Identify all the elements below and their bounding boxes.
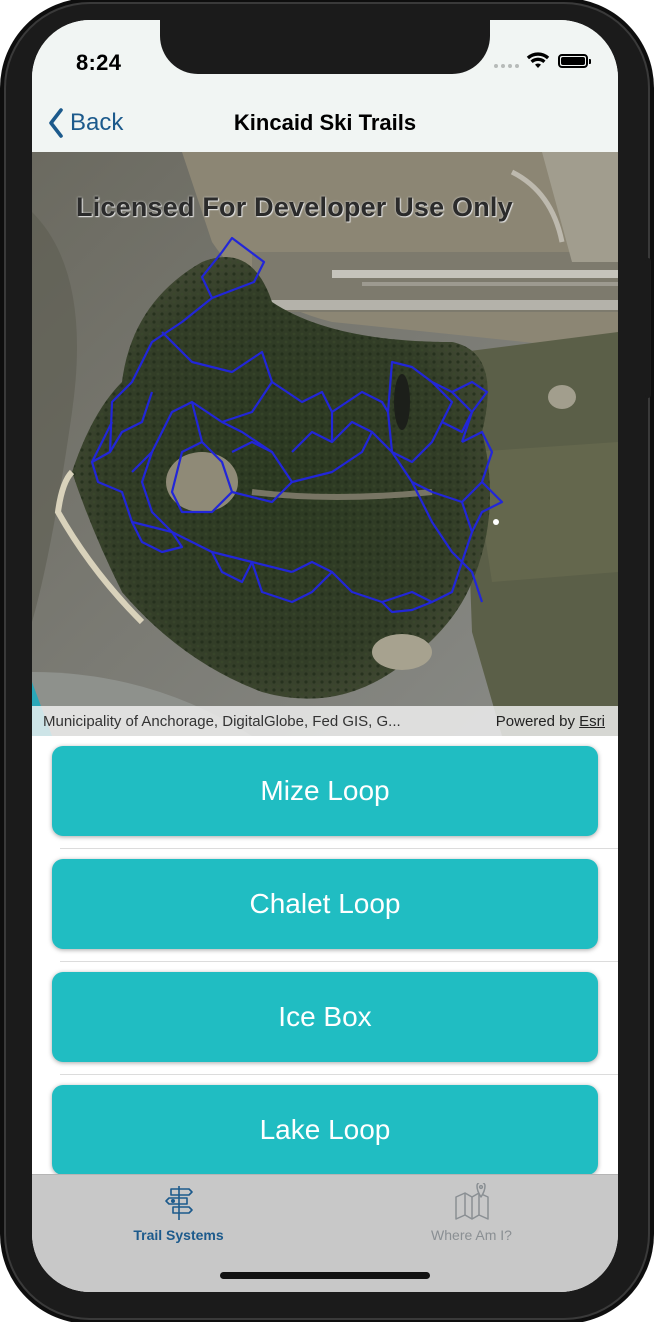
tab-where-am-i[interactable]: Where Am I? (325, 1175, 618, 1245)
list-item: Lake Loop (32, 1075, 618, 1188)
satellite-imagery (32, 152, 618, 736)
side-button (645, 258, 651, 398)
trail-list[interactable]: Mize Loop Chalet Loop Ice Box Lake Loop (32, 736, 618, 1192)
list-item: Mize Loop (32, 736, 618, 849)
trail-button-mize-loop[interactable]: Mize Loop (52, 746, 598, 836)
navigation-bar: Back Kincaid Ski Trails (32, 102, 618, 152)
powered-by: Powered by Esri (496, 713, 605, 730)
screen: 8:24 Back Kincaid Ski Trails Licensed Fo… (32, 20, 618, 1292)
list-item: Chalet Loop (32, 849, 618, 962)
status-time: 8:24 (76, 50, 122, 75)
list-item: Ice Box (32, 962, 618, 1075)
battery-icon (558, 54, 588, 68)
map-watermark: Licensed For Developer Use Only (76, 192, 513, 222)
wifi-icon (526, 52, 550, 68)
map-view[interactable]: Licensed For Developer Use Only Municipa… (32, 152, 618, 736)
attribution-text: Municipality of Anchorage, DigitalGlobe,… (43, 713, 401, 730)
battery-tip (589, 59, 591, 64)
map-attribution-bar: Municipality of Anchorage, DigitalGlobe,… (32, 706, 618, 736)
powered-by-prefix: Powered by (495, 713, 575, 730)
trail-button-lake-loop[interactable]: Lake Loop (52, 1085, 598, 1175)
page-title: Kincaid Ski Trails (233, 110, 417, 135)
tab-label: Trail Systems (133, 1227, 224, 1243)
map-pin-icon (454, 1183, 489, 1220)
notch (160, 20, 490, 74)
esri-link[interactable]: Esri (579, 713, 605, 730)
signpost-icon (164, 1186, 193, 1220)
home-indicator[interactable] (220, 1272, 430, 1279)
trail-button-chalet-loop[interactable]: Chalet Loop (52, 859, 598, 949)
trail-button-ice-box[interactable]: Ice Box (52, 972, 598, 1062)
cellular-dots-icon (494, 64, 519, 68)
tab-label: Where Am I? (431, 1227, 512, 1243)
tab-trail-systems[interactable]: Trail Systems (32, 1175, 325, 1245)
